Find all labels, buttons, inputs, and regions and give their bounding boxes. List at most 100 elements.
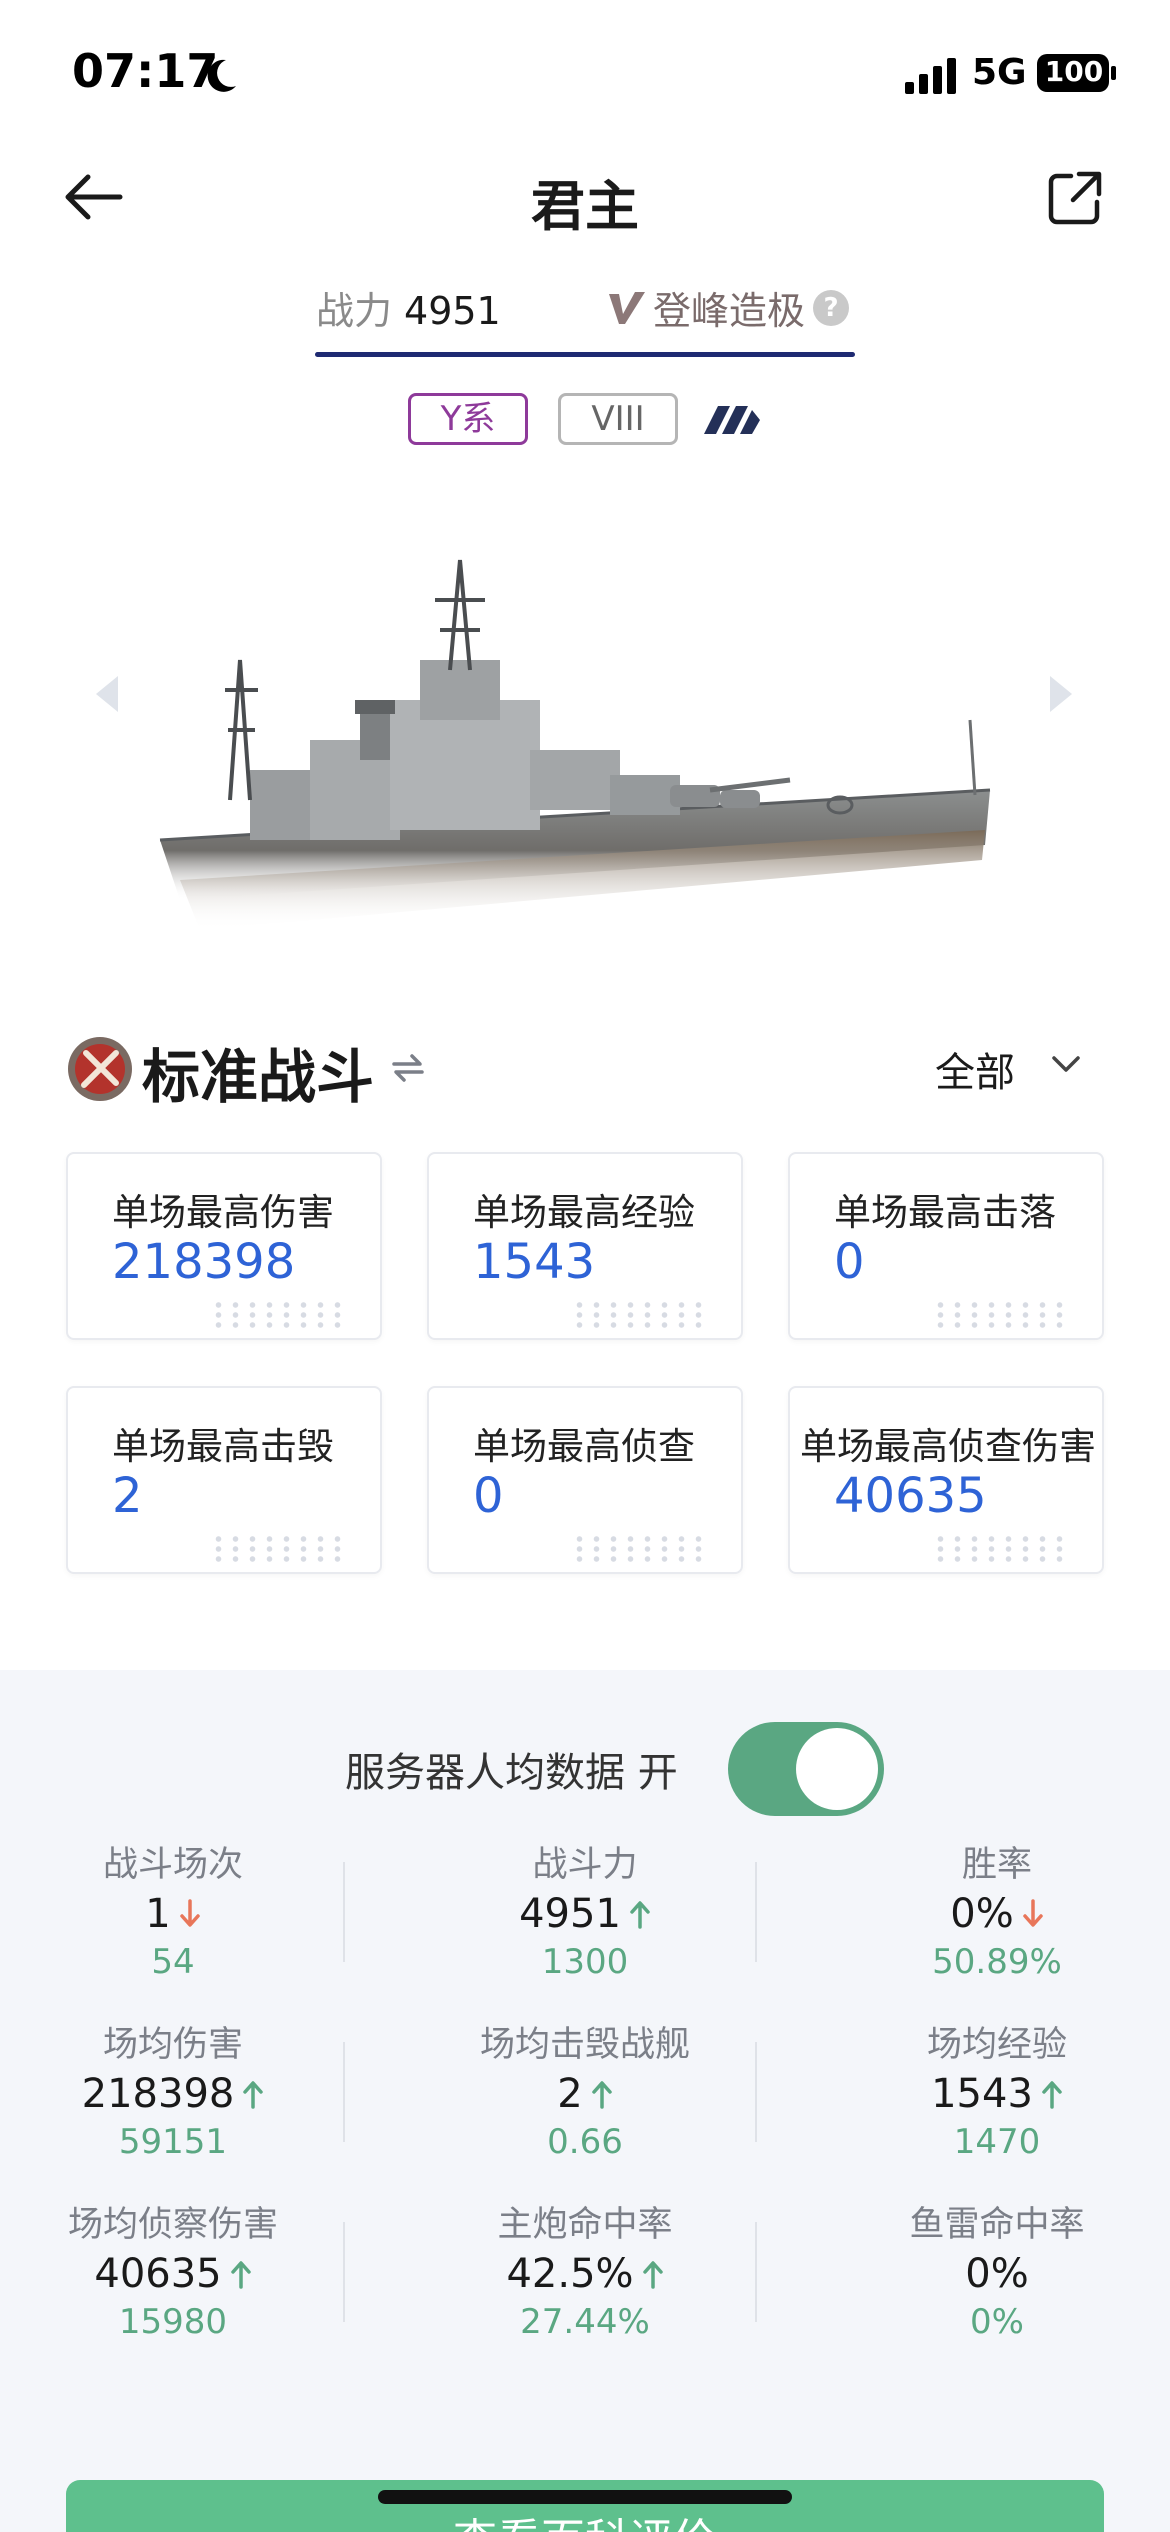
stat-value: 218398 bbox=[81, 2071, 235, 2117]
card-label: 单场最高经验 bbox=[473, 1191, 695, 1234]
server-average-label: 服务器人均数据 开 bbox=[345, 1750, 678, 1796]
stat-card-max-spotting: 单场最高侦查 0 bbox=[427, 1386, 743, 1574]
column-divider bbox=[755, 2222, 757, 2322]
stat-card-max-spotting-damage: 单场最高侦查伤害 40635 bbox=[788, 1386, 1104, 1574]
trend-up-icon bbox=[591, 2081, 612, 2109]
rank-v-icon bbox=[609, 291, 645, 324]
stat-item: 战斗力 4951 1300 bbox=[435, 1836, 735, 1992]
column-divider bbox=[343, 2042, 345, 2142]
swap-icon[interactable] bbox=[390, 1050, 426, 1086]
stat-card-max-planes: 单场最高击落 0 bbox=[788, 1152, 1104, 1340]
stat-item: 场均伤害 218398 59151 bbox=[23, 2016, 323, 2172]
section-title: 标准战斗 bbox=[142, 1043, 375, 1111]
card-decoration bbox=[571, 1300, 707, 1330]
stat-label: 鱼雷命中率 bbox=[909, 2205, 1085, 2245]
tab-peak-rank[interactable]: 登峰造极 ? bbox=[605, 280, 850, 335]
stat-value: 40635 bbox=[94, 2251, 222, 2297]
toggle-knob bbox=[796, 1728, 878, 1810]
tab-power[interactable]: 战力 4951 bbox=[316, 280, 501, 335]
card-decoration bbox=[932, 1534, 1068, 1564]
stat-value-row: 1543 bbox=[847, 2066, 1147, 2122]
stat-item: 战斗场次 1 54 bbox=[23, 1836, 323, 1992]
stat-value: 4951 bbox=[519, 1891, 621, 1937]
status-time: 07:17 bbox=[72, 44, 219, 98]
stat-value-row: 40635 bbox=[23, 2246, 323, 2302]
stat-server-average: 50.89% bbox=[932, 1942, 1062, 1982]
trend-down-icon bbox=[179, 1899, 200, 1927]
carousel-next-icon[interactable] bbox=[1046, 672, 1076, 716]
signal-icon bbox=[905, 58, 956, 94]
stat-item: 场均击毁战舰 2 0.66 bbox=[435, 2016, 735, 2172]
card-label: 单场最高击落 bbox=[834, 1191, 1056, 1234]
stat-item: 鱼雷命中率 0% 0% bbox=[847, 2196, 1147, 2352]
card-value: 2 bbox=[112, 1468, 143, 1524]
tier-tag: VIII bbox=[558, 393, 678, 445]
stat-item: 胜率 0% 50.89% bbox=[847, 1836, 1147, 1992]
card-value: 1543 bbox=[473, 1234, 596, 1290]
stat-value-row: 2 bbox=[435, 2066, 735, 2122]
stat-value: 42.5% bbox=[506, 2251, 634, 2297]
view-wiki-review-button[interactable]: 查看百科评价 bbox=[66, 2480, 1104, 2532]
trend-up-icon bbox=[1042, 2081, 1062, 2109]
card-value: 0 bbox=[834, 1234, 865, 1290]
card-label: 单场最高击毁 bbox=[112, 1425, 334, 1468]
stat-card-max-damage: 单场最高伤害 218398 bbox=[66, 1152, 382, 1340]
tab-power-label: 战力 bbox=[316, 289, 393, 333]
carousel-prev-icon[interactable] bbox=[92, 672, 122, 716]
nation-tag: Y系 bbox=[408, 393, 528, 445]
tab-power-value: 4951 bbox=[404, 289, 501, 333]
ship-image bbox=[159, 559, 991, 930]
share-icon[interactable] bbox=[1045, 168, 1105, 228]
stat-value-row: 4951 bbox=[435, 1886, 735, 1942]
network-label: 5G bbox=[972, 52, 1027, 93]
page-title: 君主 bbox=[531, 175, 639, 238]
stat-label: 场均击毁战舰 bbox=[479, 2025, 690, 2065]
stat-item: 场均侦察伤害 40635 15980 bbox=[23, 2196, 323, 2352]
card-decoration bbox=[571, 1534, 707, 1564]
column-divider bbox=[755, 2042, 757, 2142]
moon-icon bbox=[207, 59, 236, 92]
stat-server-average: 15980 bbox=[118, 2302, 228, 2342]
stat-value: 1543 bbox=[931, 2071, 1033, 2117]
stat-label: 场均伤害 bbox=[102, 2025, 243, 2065]
cta-label: 查看百科评价 bbox=[66, 2504, 1104, 2532]
stat-value: 0% bbox=[950, 1891, 1014, 1937]
trend-up-icon bbox=[230, 2261, 251, 2289]
stat-server-average: 1470 bbox=[953, 2122, 1041, 2162]
chevron-down-icon[interactable] bbox=[1050, 1052, 1082, 1076]
tab-peak-label: 登峰造极 bbox=[653, 289, 806, 333]
stat-value-row: 218398 bbox=[23, 2066, 323, 2122]
stat-value: 0% bbox=[965, 2251, 1029, 2297]
card-label: 单场最高伤害 bbox=[112, 1191, 334, 1234]
trend-down-icon bbox=[1022, 1899, 1043, 1927]
filter-dropdown[interactable]: 全部 bbox=[935, 1040, 1015, 1098]
status-bar: 07:17 5G 100 bbox=[0, 0, 1170, 150]
card-decoration bbox=[932, 1300, 1068, 1330]
home-indicator bbox=[378, 2490, 792, 2504]
card-decoration bbox=[210, 1534, 346, 1564]
trend-up-icon bbox=[243, 2081, 264, 2109]
stat-label: 战斗场次 bbox=[102, 1845, 243, 1885]
stat-label: 胜率 bbox=[961, 1845, 1032, 1885]
card-decoration bbox=[210, 1300, 346, 1330]
stat-card-max-kills: 单场最高击毁 2 bbox=[66, 1386, 382, 1574]
card-value: 40635 bbox=[834, 1468, 987, 1524]
stat-server-average: 27.44% bbox=[520, 2302, 650, 2342]
trend-up-icon bbox=[630, 1901, 650, 1929]
stat-label: 主炮命中率 bbox=[497, 2205, 673, 2245]
stat-server-average: 0.66 bbox=[547, 2122, 623, 2162]
column-divider bbox=[343, 2222, 345, 2322]
server-average-toggle[interactable] bbox=[728, 1722, 884, 1816]
column-divider bbox=[343, 1862, 345, 1962]
stat-value: 2 bbox=[557, 2071, 583, 2117]
stat-value-row: 0% bbox=[847, 1886, 1147, 1942]
stat-server-average: 59151 bbox=[118, 2122, 228, 2162]
stat-server-average: 54 bbox=[151, 1942, 195, 1982]
help-icon[interactable]: ? bbox=[813, 289, 850, 326]
card-label: 单场最高侦查 bbox=[473, 1425, 695, 1468]
stat-item: 主炮命中率 42.5% 27.44% bbox=[435, 2196, 735, 2352]
stat-item: 场均经验 1543 1470 bbox=[847, 2016, 1147, 2172]
stat-value-row: 0% bbox=[847, 2246, 1147, 2302]
standard-battle-icon bbox=[68, 1037, 132, 1101]
cruiser-class-icon bbox=[704, 406, 760, 434]
